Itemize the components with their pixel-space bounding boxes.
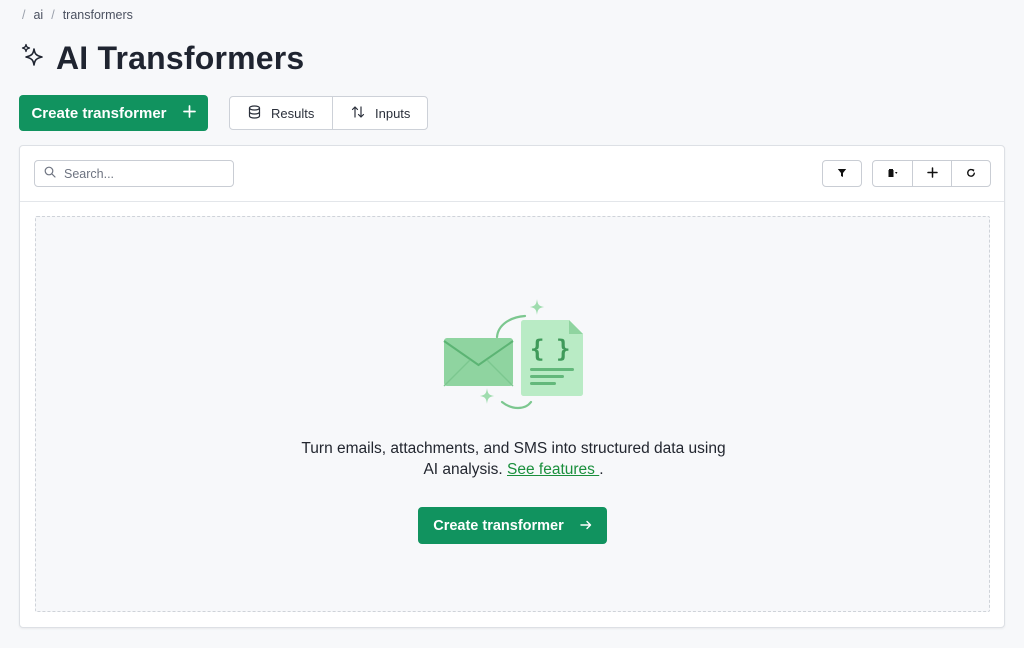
refresh-button[interactable] — [951, 161, 990, 186]
filter-button[interactable] — [822, 160, 862, 187]
transformers-panel: { } Turn emails, attachments, and SMS in… — [19, 145, 1005, 628]
view-switcher: Results Inputs — [229, 96, 428, 130]
create-transformer-label: Create transformer — [31, 104, 167, 122]
envelope-icon — [443, 338, 514, 387]
empty-state-create-transformer-button[interactable]: Create transformer — [418, 507, 607, 544]
breadcrumb-item-ai[interactable]: ai — [33, 8, 43, 22]
inputs-label: Inputs — [375, 105, 411, 121]
search-box — [34, 160, 234, 187]
svg-text:}: } — [556, 335, 570, 363]
database-icon — [248, 104, 261, 122]
table-actions-group — [872, 160, 991, 187]
json-document-icon: { } — [521, 320, 583, 396]
empty-state-line-2: AI analysis. See features . — [36, 459, 991, 480]
empty-state-create-label: Create transformer — [433, 517, 564, 534]
empty-state-illustration: { } — [440, 297, 590, 417]
create-transformer-button[interactable]: Create transformer — [19, 95, 208, 131]
empty-state-message: Turn emails, attachments, and SMS into s… — [36, 438, 991, 480]
plus-icon — [926, 165, 938, 183]
results-button[interactable]: Results — [230, 97, 332, 129]
breadcrumb: / ai / transformers — [22, 8, 133, 22]
columns-button[interactable] — [873, 161, 912, 186]
page-title: AI Transformers — [56, 40, 305, 76]
arrows-up-down-icon — [351, 105, 365, 122]
empty-state-line-2-suffix: . — [599, 461, 604, 478]
results-label: Results — [271, 105, 315, 121]
breadcrumb-separator: / — [51, 8, 55, 22]
empty-state: { } Turn emails, attachments, and SMS in… — [35, 216, 990, 612]
columns-icon — [888, 165, 898, 183]
refresh-icon — [966, 165, 976, 183]
sparkle-top-icon — [530, 299, 544, 315]
svg-text:{: { — [530, 335, 544, 363]
see-features-link[interactable]: See features — [507, 461, 599, 478]
add-button[interactable] — [912, 161, 951, 186]
empty-state-line-2-prefix: AI analysis. — [423, 461, 508, 478]
arrow-right-icon — [580, 518, 592, 534]
sparkle-bottom-icon — [480, 388, 494, 404]
plus-icon — [182, 104, 196, 122]
panel-toolbar — [20, 146, 1004, 202]
page-header: AI Transformers — [20, 40, 304, 77]
sparkles-icon — [20, 43, 46, 74]
search-input[interactable] — [64, 166, 214, 181]
empty-state-line-1: Turn emails, attachments, and SMS into s… — [301, 440, 726, 457]
breadcrumb-separator: / — [22, 8, 26, 22]
breadcrumb-item-transformers[interactable]: transformers — [63, 8, 133, 22]
filter-icon — [837, 165, 847, 183]
inputs-button[interactable]: Inputs — [332, 97, 427, 129]
search-icon — [44, 165, 56, 183]
